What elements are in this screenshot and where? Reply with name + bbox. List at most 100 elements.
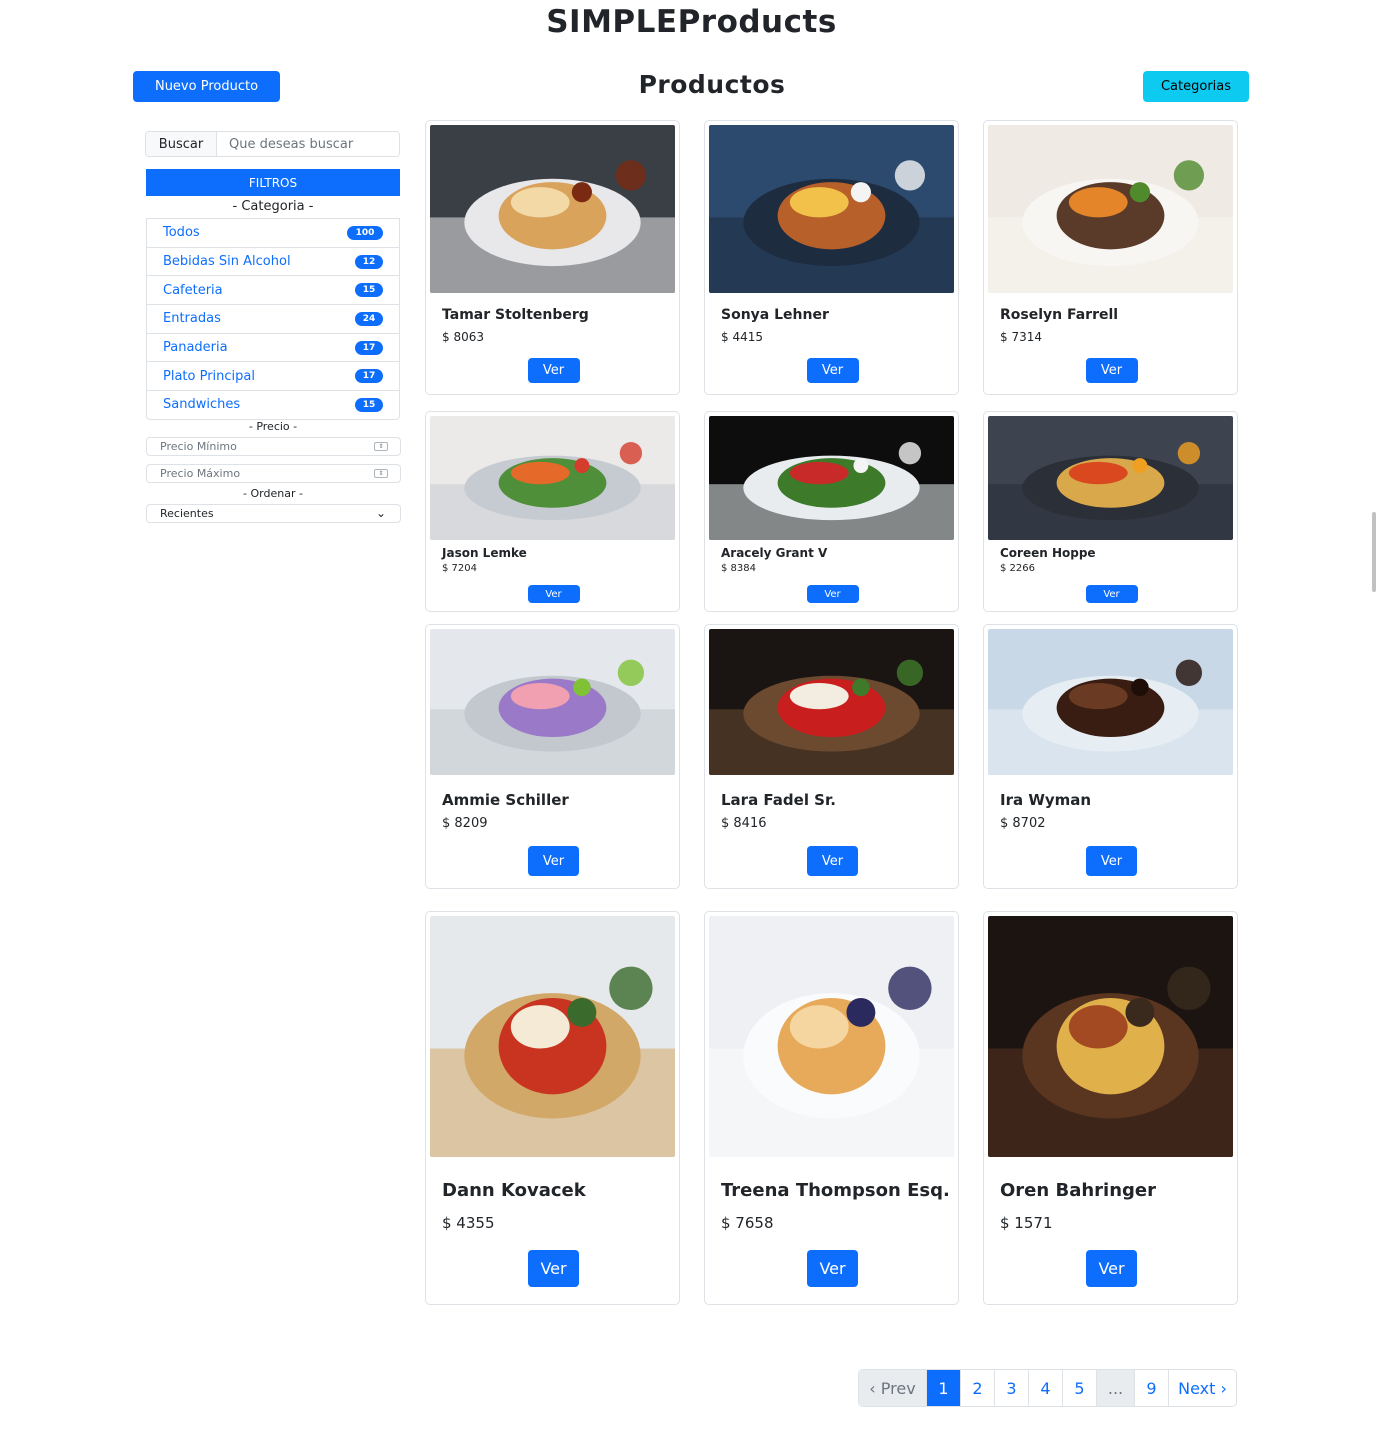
- pagination-next[interactable]: Next ›: [1168, 1370, 1236, 1406]
- category-label: Bebidas Sin Alcohol: [163, 254, 291, 270]
- product-card: Ammie Schiller $ 8209 Ver: [425, 624, 680, 889]
- category-caption: - Categoria -: [232, 199, 314, 214]
- min-price-placeholder: Precio Mínimo: [160, 440, 237, 453]
- search-group: Buscar: [145, 131, 400, 157]
- product-card: Coreen Hoppe $ 2266 Ver: [983, 411, 1238, 612]
- product-name: Coreen Hoppe: [1000, 546, 1096, 560]
- product-price: $ 8063: [442, 330, 484, 344]
- pagination-page[interactable]: 4: [1028, 1370, 1062, 1406]
- new-product-button[interactable]: Nuevo Producto: [133, 71, 280, 102]
- product-price: $ 8702: [1000, 816, 1046, 831]
- category-count-badge: 24: [355, 311, 383, 326]
- product-name: Sonya Lehner: [721, 307, 829, 323]
- product-image: [709, 416, 954, 540]
- pagination-page[interactable]: 3: [994, 1370, 1028, 1406]
- pagination-page[interactable]: 9: [1134, 1370, 1168, 1406]
- product-card: Sonya Lehner $ 4415 Ver: [704, 120, 959, 395]
- category-item-cafeteria[interactable]: Cafeteria 15: [147, 275, 399, 304]
- category-count-badge: 12: [355, 254, 383, 269]
- spinner-icon[interactable]: ⇕: [374, 469, 388, 478]
- product-image: [430, 629, 675, 775]
- product-image: [988, 125, 1233, 293]
- filters-header: FILTROS: [146, 169, 400, 196]
- product-image: [430, 125, 675, 293]
- product-image: [988, 416, 1233, 540]
- category-list: Todos 100 Bebidas Sin Alcohol 12 Cafeter…: [146, 218, 400, 420]
- view-product-button[interactable]: Ver: [1085, 358, 1138, 383]
- category-item-entradas[interactable]: Entradas 24: [147, 304, 399, 333]
- view-product-button[interactable]: Ver: [1086, 1250, 1137, 1287]
- category-item-panaderia[interactable]: Panaderia 17: [147, 332, 399, 362]
- search-label: Buscar: [146, 132, 217, 156]
- scrollbar-thumb[interactable]: [1372, 512, 1376, 592]
- product-name: Lara Fadel Sr.: [721, 791, 836, 809]
- price-caption: - Precio -: [248, 420, 298, 433]
- product-image: [988, 629, 1233, 775]
- product-card: Lara Fadel Sr. $ 8416 Ver: [704, 624, 959, 889]
- pagination-ellipsis: ...: [1096, 1370, 1134, 1406]
- product-price: $ 8209: [442, 816, 488, 831]
- product-image: [709, 916, 954, 1157]
- pagination-page[interactable]: 2: [960, 1370, 994, 1406]
- order-selected-value: Recientes: [160, 507, 214, 520]
- view-product-button[interactable]: Ver: [527, 358, 580, 383]
- product-name: Jason Lemke: [442, 546, 527, 560]
- category-count-badge: 15: [355, 397, 383, 412]
- product-name: Treena Thompson Esq.: [721, 1180, 950, 1201]
- product-price: $ 2266: [1000, 563, 1035, 574]
- view-product-button[interactable]: Ver: [528, 1250, 579, 1287]
- product-name: Roselyn Farrell: [1000, 307, 1119, 323]
- product-price: $ 7314: [1000, 330, 1042, 344]
- view-product-button[interactable]: Ver: [527, 585, 580, 603]
- min-price-input[interactable]: Precio Mínimo ⇕: [146, 437, 401, 456]
- pagination: ‹ Prev 1 2 3 4 5 ... 9 Next ›: [858, 1369, 1237, 1407]
- product-image: [430, 416, 675, 540]
- view-product-button[interactable]: Ver: [807, 846, 858, 876]
- product-card: Treena Thompson Esq. $ 7658 Ver: [704, 911, 959, 1305]
- view-product-button[interactable]: Ver: [528, 846, 579, 876]
- view-product-button[interactable]: Ver: [806, 585, 859, 603]
- product-image: [988, 916, 1233, 1157]
- product-price: $ 1571: [1000, 1214, 1053, 1232]
- order-select[interactable]: Recientes ⌄: [146, 504, 401, 523]
- pagination-page[interactable]: 5: [1062, 1370, 1096, 1406]
- page-title: Productos: [638, 70, 786, 99]
- pagination-prev[interactable]: ‹ Prev: [859, 1370, 926, 1406]
- site-title: SIMPLEProducts: [546, 4, 837, 40]
- category-label: Sandwiches: [163, 397, 241, 413]
- category-label: Cafeteria: [163, 282, 223, 298]
- pagination-page[interactable]: 1: [926, 1370, 960, 1406]
- max-price-input[interactable]: Precio Máximo ⇕: [146, 464, 401, 483]
- category-item-bebidas-sin-alcohol[interactable]: Bebidas Sin Alcohol 12: [147, 246, 399, 276]
- category-count-badge: 17: [355, 340, 383, 355]
- view-product-button[interactable]: Ver: [806, 358, 859, 383]
- product-card: Ira Wyman $ 8702 Ver: [983, 624, 1238, 889]
- search-input[interactable]: [217, 132, 399, 156]
- category-item-plato-principal[interactable]: Plato Principal 17: [147, 361, 399, 390]
- product-card: Roselyn Farrell $ 7314 Ver: [983, 120, 1238, 395]
- category-label: Entradas: [163, 311, 221, 327]
- view-product-button[interactable]: Ver: [1086, 846, 1137, 876]
- categories-button[interactable]: Categorias: [1143, 71, 1249, 102]
- chevron-down-icon: ⌄: [375, 506, 386, 520]
- category-label: Plato Principal: [163, 368, 255, 384]
- product-name: Tamar Stoltenberg: [442, 307, 589, 323]
- category-item-todos[interactable]: Todos 100: [147, 218, 399, 247]
- category-item-sandwiches[interactable]: Sandwiches 15: [147, 390, 399, 419]
- product-price: $ 7204: [442, 563, 477, 574]
- category-label: Panaderia: [163, 340, 228, 356]
- product-name: Ira Wyman: [1000, 791, 1092, 809]
- max-price-placeholder: Precio Máximo: [160, 467, 241, 480]
- view-product-button[interactable]: Ver: [1085, 585, 1138, 603]
- spinner-icon[interactable]: ⇕: [374, 442, 388, 451]
- product-price: $ 8384: [721, 563, 756, 574]
- view-product-button[interactable]: Ver: [807, 1250, 858, 1287]
- product-card: Jason Lemke $ 7204 Ver: [425, 411, 680, 612]
- product-card: Aracely Grant V $ 8384 Ver: [704, 411, 959, 612]
- product-price: $ 4355: [442, 1214, 495, 1232]
- category-count-badge: 15: [355, 283, 383, 298]
- product-name: Oren Bahringer: [1000, 1180, 1156, 1201]
- product-image: [430, 916, 675, 1157]
- product-card: Dann Kovacek $ 4355 Ver: [425, 911, 680, 1305]
- category-count-badge: 100: [347, 225, 383, 240]
